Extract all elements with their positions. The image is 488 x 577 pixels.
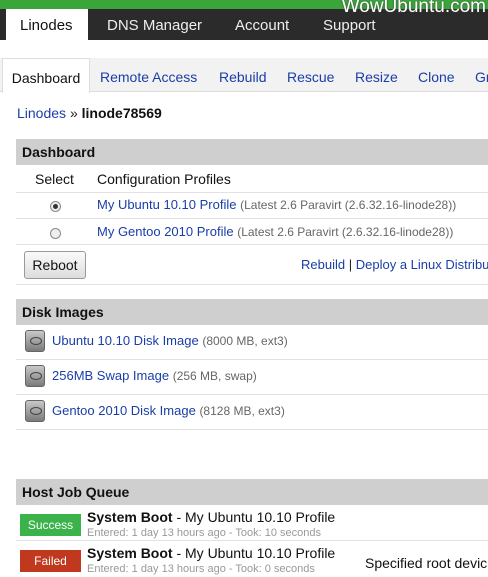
action-separator: | <box>348 257 353 272</box>
hard-disk-icon <box>25 365 45 387</box>
dashboard-header: Dashboard <box>16 139 488 165</box>
dashboard-actions: Rebuild | Deploy a Linux Distribu <box>301 257 488 272</box>
breadcrumb-linodes-link[interactable]: Linodes <box>17 105 66 121</box>
divider <box>16 218 488 219</box>
select-column-header: Select <box>35 171 74 187</box>
tab-resize[interactable]: Resize <box>355 58 398 92</box>
profile-link-gentoo[interactable]: My Gentoo 2010 Profile <box>97 224 234 239</box>
job-meta: Entered: 1 day 13 hours ago - Took: 10 s… <box>87 527 322 539</box>
profile-link-ubuntu[interactable]: My Ubuntu 10.10 Profile <box>97 197 236 212</box>
breadcrumb-current: linode78569 <box>81 105 162 121</box>
tab-rebuild[interactable]: Rebuild <box>219 58 266 92</box>
job-name: System Boot <box>87 509 173 525</box>
job-profile: - My Ubuntu 10.10 Profile <box>176 545 336 561</box>
disk-label: 256MB Swap Image (256 MB, swap) <box>52 368 257 383</box>
divider <box>16 540 488 541</box>
disk-meta: (8000 MB, ext3) <box>202 334 288 348</box>
tab-rescue[interactable]: Rescue <box>287 58 334 92</box>
job-row: Success System Boot - My Ubuntu 10.10 Pr… <box>16 507 488 541</box>
reboot-button[interactable]: Reboot <box>24 251 86 279</box>
profile-radio-ubuntu[interactable] <box>50 201 61 212</box>
tab-clone[interactable]: Clone <box>418 58 455 92</box>
topnav-linodes[interactable]: Linodes <box>6 9 88 40</box>
profile-meta: (Latest 2.6 Paravirt (2.6.32.16-linode28… <box>237 225 454 239</box>
disk-label: Gentoo 2010 Disk Image (8128 MB, ext3) <box>52 403 285 418</box>
breadcrumb: Linodes » linode78569 <box>17 105 162 121</box>
disk-label: Ubuntu 10.10 Disk Image (8000 MB, ext3) <box>52 333 288 348</box>
disk-row-swap: 256MB Swap Image (256 MB, swap) <box>22 365 488 391</box>
linode-tabs: Dashboard Remote Access Rebuild Rescue R… <box>0 58 488 93</box>
disk-meta: (256 MB, swap) <box>172 369 257 383</box>
divider <box>16 244 488 245</box>
divider <box>16 284 488 285</box>
rebuild-link[interactable]: Rebuild <box>301 257 345 272</box>
profile-radio-gentoo[interactable] <box>50 228 61 239</box>
disk-meta: (8128 MB, ext3) <box>199 404 285 418</box>
topnav-account[interactable]: Account <box>235 9 289 40</box>
tab-graphs[interactable]: Gr <box>475 58 488 92</box>
divider <box>16 192 488 193</box>
tab-dashboard[interactable]: Dashboard <box>2 58 90 93</box>
watermark: WowUbuntu.com <box>341 0 486 17</box>
job-meta: Entered: 1 day 13 hours ago - Took: 0 se… <box>87 563 315 575</box>
status-badge: Success <box>20 514 81 536</box>
topnav-dns-manager[interactable]: DNS Manager <box>107 9 202 40</box>
job-title: System Boot - My Ubuntu 10.10 Profile <box>87 545 335 561</box>
deploy-distribution-link[interactable]: Deploy a Linux Distribu <box>356 257 488 272</box>
hard-disk-icon <box>25 330 45 352</box>
profile-meta: (Latest 2.6 Paravirt (2.6.32.16-linode28… <box>240 198 457 212</box>
job-profile: - My Ubuntu 10.10 Profile <box>176 509 336 525</box>
job-queue-header: Host Job Queue <box>16 479 488 505</box>
hard-disk-icon <box>25 400 45 422</box>
divider <box>16 429 488 430</box>
status-badge: Failed <box>20 550 81 572</box>
job-name: System Boot <box>87 545 173 561</box>
disk-link-ubuntu[interactable]: Ubuntu 10.10 Disk Image <box>52 333 199 348</box>
disk-row-ubuntu: Ubuntu 10.10 Disk Image (8000 MB, ext3) <box>22 330 488 356</box>
profile-row-gentoo: My Gentoo 2010 Profile (Latest 2.6 Parav… <box>97 224 453 239</box>
divider <box>16 359 488 360</box>
disk-row-gentoo: Gentoo 2010 Disk Image (8128 MB, ext3) <box>22 400 488 426</box>
job-note: Specified root devic <box>365 555 488 571</box>
profile-row-ubuntu: My Ubuntu 10.10 Profile (Latest 2.6 Para… <box>97 197 456 212</box>
disk-images-header: Disk Images <box>16 299 488 325</box>
disk-link-gentoo[interactable]: Gentoo 2010 Disk Image <box>52 403 196 418</box>
job-title: System Boot - My Ubuntu 10.10 Profile <box>87 509 335 525</box>
tab-remote-access[interactable]: Remote Access <box>100 58 197 92</box>
disk-link-swap[interactable]: 256MB Swap Image <box>52 368 169 383</box>
profiles-column-header: Configuration Profiles <box>97 171 231 187</box>
job-row: Failed System Boot - My Ubuntu 10.10 Pro… <box>16 543 488 577</box>
breadcrumb-separator: » <box>69 105 78 121</box>
divider <box>16 394 488 395</box>
